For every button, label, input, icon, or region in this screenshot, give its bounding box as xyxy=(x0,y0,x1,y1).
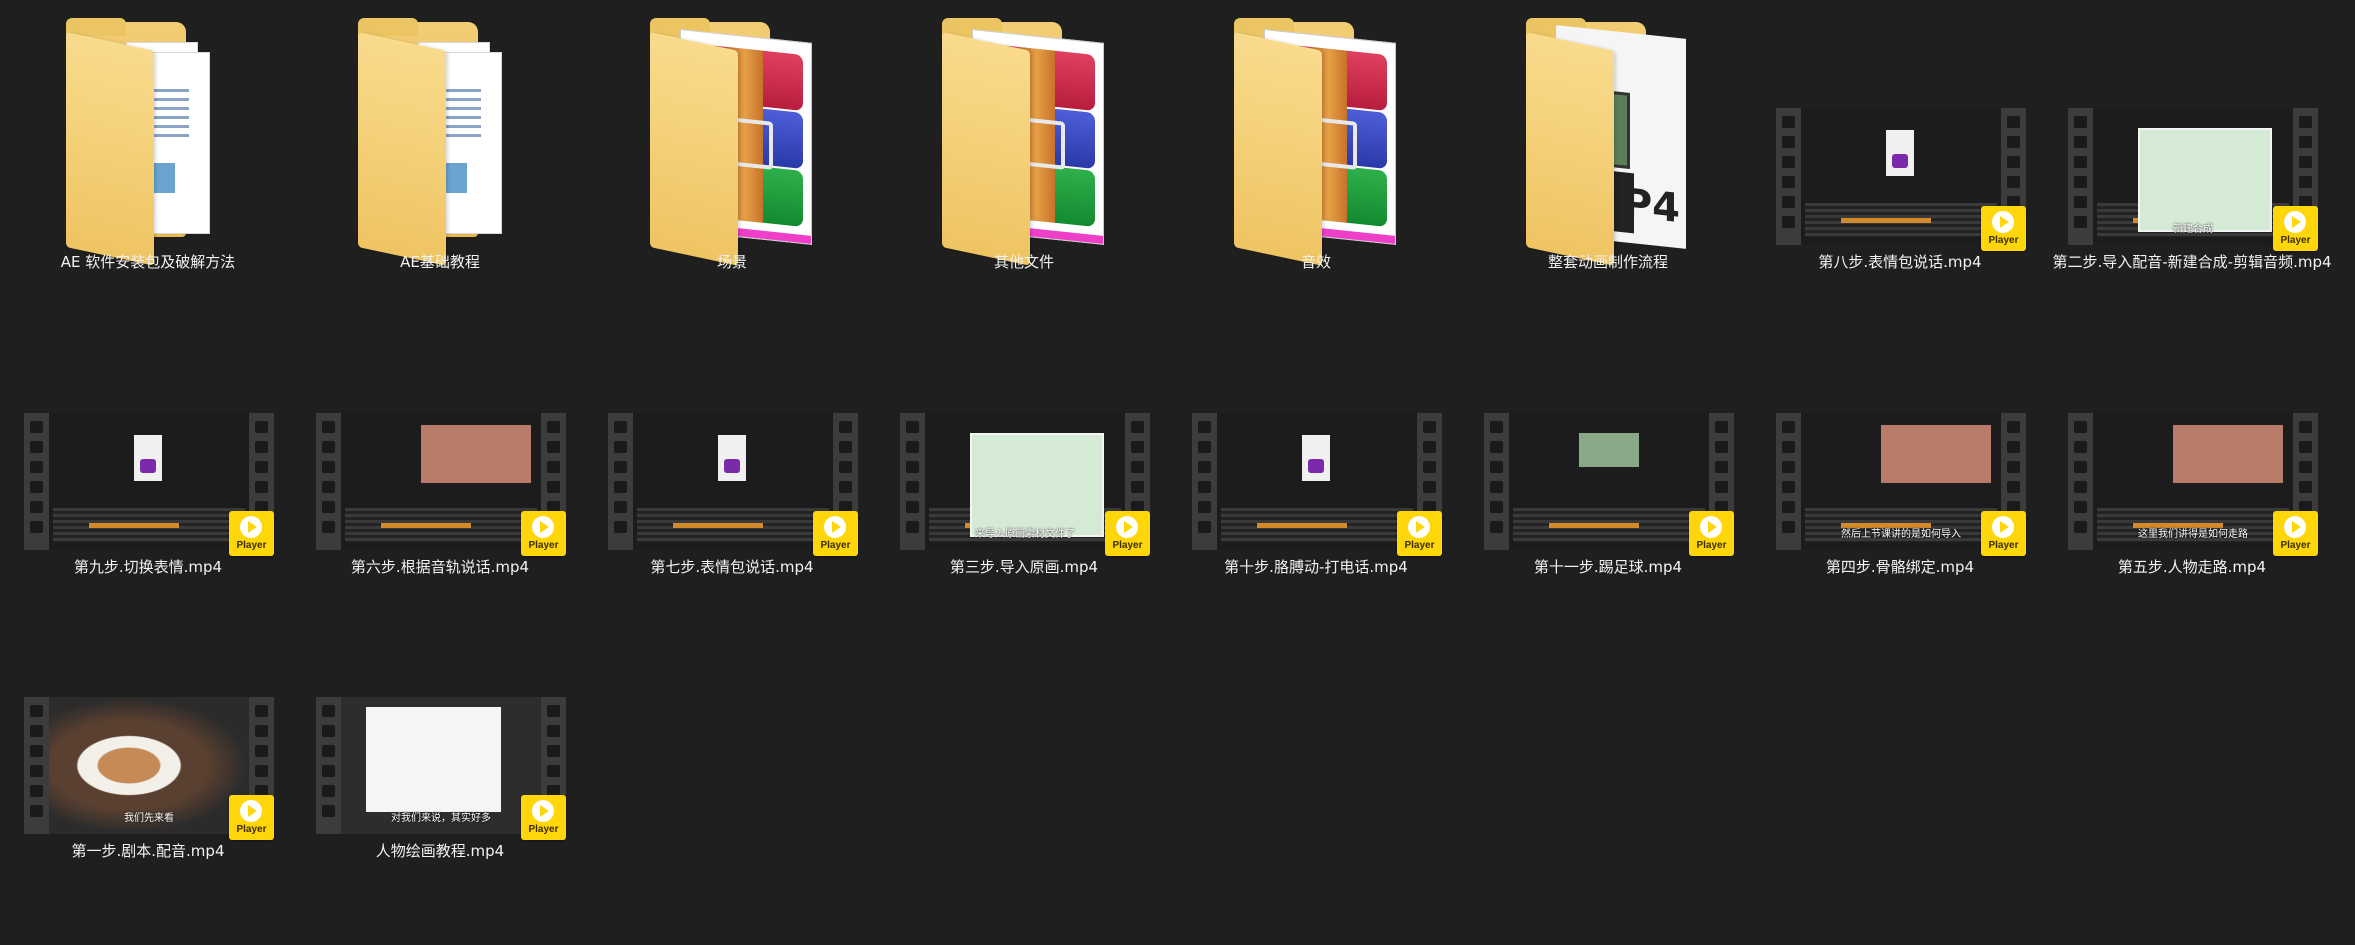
file-name: 第三步.导入原画.mp4 xyxy=(949,558,1099,576)
player-badge: Player xyxy=(1689,511,1734,556)
player-badge: Player xyxy=(229,795,274,840)
video-subtitle: 然后上节课讲的是如何导入 xyxy=(1841,529,1961,540)
player-label: Player xyxy=(1404,540,1435,551)
video-item[interactable]: 这里我们讲得是如何走路 Player 第五步.人物走路.mp4 xyxy=(2047,0,2337,576)
play-icon xyxy=(240,800,262,822)
file-explorer-window xyxy=(366,707,501,812)
player-label: Player xyxy=(528,824,559,835)
player-badge: Player xyxy=(229,511,274,556)
play-icon xyxy=(240,516,262,538)
animation-scene xyxy=(1881,425,1991,483)
video-item[interactable]: 对我们来说，其实好多 Player 人物绘画教程.mp4 xyxy=(295,0,585,860)
video-item[interactable]: 来导入原画素材文件了 Player 第三步.导入原画.mp4 xyxy=(879,0,1169,576)
film-strip-left xyxy=(608,413,633,550)
football-field xyxy=(1579,433,1639,467)
video-frame xyxy=(633,413,833,550)
play-icon xyxy=(1992,516,2014,538)
video-item[interactable]: 然后上节课讲的是如何导入 Player 第四步.骨骼绑定.mp4 xyxy=(1755,0,2045,576)
player-label: Player xyxy=(1696,540,1727,551)
video-subtitle: 我们先来看 xyxy=(124,813,174,824)
player-label: Player xyxy=(2280,540,2311,551)
film-strip-left xyxy=(1776,413,1801,550)
player-label: Player xyxy=(1988,540,2019,551)
spreadsheet-window xyxy=(970,433,1104,537)
video-subtitle: 来导入原画素材文件了 xyxy=(975,529,1075,540)
player-badge: Player xyxy=(2273,511,2318,556)
video-frame xyxy=(341,413,541,550)
player-label: Player xyxy=(236,824,267,835)
player-label: Player xyxy=(820,540,851,551)
video-item[interactable]: Player 第十一步.踢足球.mp4 xyxy=(1463,0,1753,576)
animation-scene xyxy=(421,425,531,483)
panda-character xyxy=(718,435,746,481)
play-icon xyxy=(1116,516,1138,538)
play-icon xyxy=(532,516,554,538)
video-frame xyxy=(49,413,249,550)
player-badge: Player xyxy=(813,511,858,556)
file-name: 第七步.表情包说话.mp4 xyxy=(650,558,814,576)
panda-character xyxy=(134,435,162,481)
video-item[interactable]: Player 第十步.胳膊动-打电话.mp4 xyxy=(1171,0,1461,576)
player-badge: Player xyxy=(1397,511,1442,556)
film-strip-left xyxy=(2068,413,2093,550)
file-name: 第一步.剧本.配音.mp4 xyxy=(71,842,225,860)
player-badge: Player xyxy=(521,511,566,556)
file-name: 第十步.胳膊动-打电话.mp4 xyxy=(1224,558,1408,576)
film-strip-left xyxy=(316,413,341,550)
film-strip-left xyxy=(1484,413,1509,550)
play-icon xyxy=(532,800,554,822)
player-badge: Player xyxy=(1981,511,2026,556)
file-name: 第四步.骨骼绑定.mp4 xyxy=(1825,558,1975,576)
player-label: Player xyxy=(1112,540,1143,551)
player-badge: Player xyxy=(521,795,566,840)
film-strip-left xyxy=(900,413,925,550)
video-frame xyxy=(1217,413,1417,550)
file-name: 第六步.根据音轨说话.mp4 xyxy=(350,558,530,576)
film-strip-left xyxy=(1192,413,1217,550)
file-name: 人物绘画教程.mp4 xyxy=(375,842,505,860)
file-name: 第五步.人物走路.mp4 xyxy=(2117,558,2267,576)
play-icon xyxy=(824,516,846,538)
film-strip-left xyxy=(24,413,49,550)
player-label: Player xyxy=(528,540,559,551)
animation-scene xyxy=(2173,425,2283,483)
film-strip-left xyxy=(24,697,49,834)
file-name: 第九步.切换表情.mp4 xyxy=(73,558,223,576)
file-name: 第十一步.踢足球.mp4 xyxy=(1533,558,1683,576)
player-badge: Player xyxy=(1105,511,1150,556)
player-label: Player xyxy=(236,540,267,551)
video-subtitle: 对我们来说，其实好多 xyxy=(391,813,491,824)
video-item[interactable]: 我们先来看 Player 第一步.剧本.配音.mp4 xyxy=(3,0,293,860)
play-icon xyxy=(1408,516,1430,538)
video-subtitle: 这里我们讲得是如何走路 xyxy=(2138,529,2248,540)
panda-character xyxy=(1302,435,1330,481)
film-strip-left xyxy=(316,697,341,834)
video-frame xyxy=(1509,413,1709,550)
video-item[interactable]: Player 第七步.表情包说话.mp4 xyxy=(587,0,877,576)
play-icon xyxy=(2284,516,2306,538)
play-icon xyxy=(1700,516,1722,538)
